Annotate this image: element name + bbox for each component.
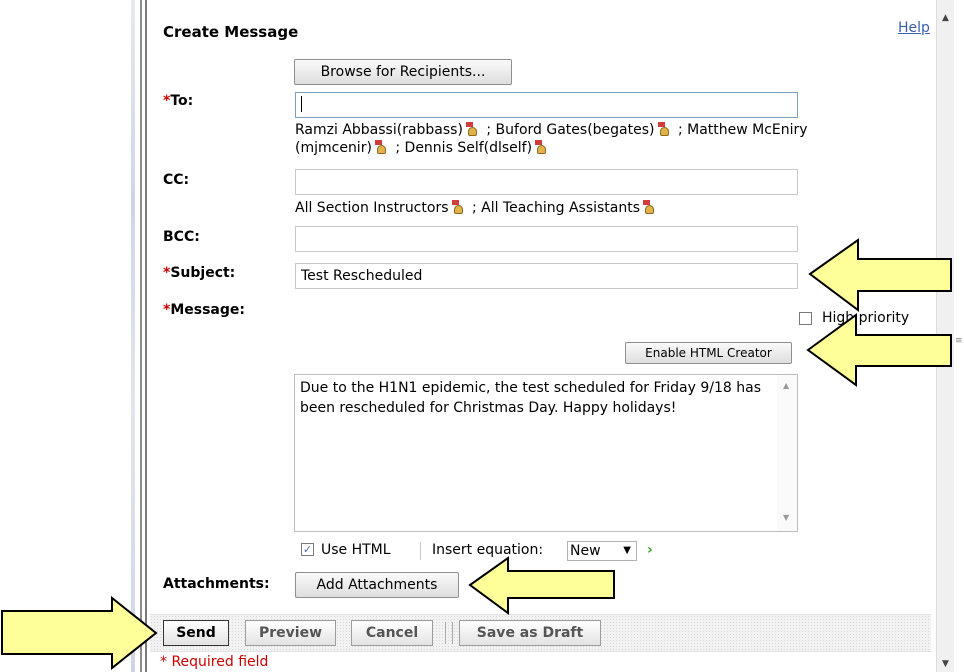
textarea-scrollbar[interactable]: ▲ ▼ bbox=[777, 375, 797, 531]
attachments-label: Attachments: bbox=[163, 576, 270, 592]
preview-button[interactable]: Preview bbox=[245, 620, 336, 646]
callout-arrow-attachments bbox=[468, 556, 615, 615]
scroll-down-icon[interactable]: ▼ bbox=[783, 513, 789, 522]
left-frame bbox=[0, 0, 136, 672]
message-label-text: Message: bbox=[170, 302, 245, 318]
page-title: Create Message bbox=[163, 23, 299, 41]
scroll-grip-icon: ≡ bbox=[955, 336, 963, 346]
cc-label: CC: bbox=[163, 172, 190, 188]
help-link[interactable]: Help bbox=[898, 20, 930, 36]
frame-border bbox=[140, 0, 142, 672]
subject-label-text: Subject: bbox=[170, 265, 236, 281]
subject-field[interactable]: Test Rescheduled bbox=[295, 263, 798, 289]
bcc-label: BCC: bbox=[163, 229, 200, 245]
recipient-remove-icon[interactable] bbox=[451, 200, 465, 214]
scroll-up-icon[interactable]: ▲ bbox=[937, 10, 954, 26]
callout-arrow-send bbox=[1, 595, 158, 671]
to-label-text: To: bbox=[170, 93, 194, 109]
use-html-checkbox[interactable]: ✓ bbox=[301, 543, 314, 556]
callout-arrow-subject bbox=[808, 238, 952, 312]
toolbar-divider bbox=[420, 542, 421, 560]
required-field-note: * Required field bbox=[160, 654, 269, 670]
recipient-remove-icon[interactable] bbox=[535, 140, 548, 154]
callout-arrow-html-creator bbox=[806, 313, 952, 387]
add-attachments-button[interactable]: Add Attachments bbox=[295, 572, 459, 598]
recipient-name: ; Buford Gates(begates) bbox=[486, 122, 655, 138]
action-divider bbox=[452, 622, 453, 644]
go-arrow-icon[interactable]: › bbox=[647, 542, 653, 558]
recipient-name: All Section Instructors bbox=[295, 200, 449, 216]
recipient-remove-icon[interactable] bbox=[657, 122, 671, 136]
to-field[interactable] bbox=[295, 92, 798, 118]
bcc-field[interactable] bbox=[295, 226, 798, 252]
recipient-remove-icon[interactable] bbox=[374, 140, 388, 154]
message-body-textarea[interactable]: Due to the H1N1 epidemic, the test sched… bbox=[294, 374, 798, 532]
frame-border-inner bbox=[145, 0, 147, 672]
recipient-name: ; All Teaching Assistants bbox=[471, 200, 641, 216]
recipient-name: ; Dennis Self(dlself) bbox=[395, 140, 533, 156]
chevron-down-icon: ▼ bbox=[623, 545, 631, 556]
message-label: *Message: bbox=[163, 302, 245, 318]
text-caret bbox=[301, 96, 302, 112]
recipient-remove-icon[interactable] bbox=[465, 122, 479, 136]
enable-html-creator-button[interactable]: Enable HTML Creator bbox=[625, 342, 792, 364]
cc-recipient-list: All Section Instructors ; All Teaching A… bbox=[295, 199, 659, 217]
action-divider bbox=[445, 622, 446, 644]
cancel-button[interactable]: Cancel bbox=[351, 620, 433, 646]
scroll-up-icon[interactable]: ▲ bbox=[783, 381, 789, 390]
scroll-down-icon[interactable]: ▼ bbox=[937, 656, 954, 672]
subject-label: *Subject: bbox=[163, 265, 235, 281]
cc-field[interactable] bbox=[295, 169, 798, 195]
recipient-remove-icon[interactable] bbox=[643, 200, 656, 214]
recipient-name: Ramzi Abbassi(rabbass) bbox=[295, 122, 463, 138]
use-html-label: Use HTML bbox=[321, 542, 391, 558]
to-recipient-list: Ramzi Abbassi(rabbass) ; Buford Gates(be… bbox=[295, 121, 808, 157]
to-label: *To: bbox=[163, 93, 193, 109]
send-button[interactable]: Send bbox=[163, 620, 229, 646]
recipient-name: (mjmcenir) bbox=[295, 140, 372, 156]
browse-recipients-button[interactable]: Browse for Recipients... bbox=[294, 59, 512, 85]
recipient-name: ; Matthew McEniry bbox=[677, 122, 808, 138]
